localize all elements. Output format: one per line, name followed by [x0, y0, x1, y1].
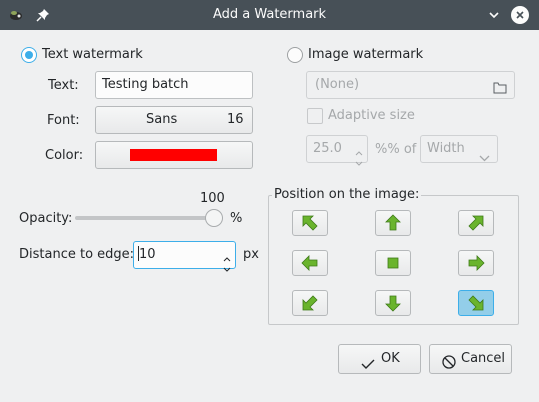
- spin-down-icon[interactable]: [355, 151, 363, 177]
- title-bar: Add a Watermark: [0, 0, 539, 30]
- ok-button[interactable]: OK: [338, 344, 421, 374]
- arrow-down-right-icon: [468, 295, 484, 311]
- font-label: Font:: [47, 113, 80, 128]
- ok-label: OK: [381, 351, 400, 366]
- distance-label: Distance to edge:: [19, 247, 135, 262]
- position-label: Position on the image:: [272, 187, 422, 202]
- position-top-button[interactable]: [375, 210, 411, 236]
- percent-of-label: %% of: [375, 142, 417, 157]
- percent-spinbox[interactable]: 25.0: [306, 135, 368, 166]
- color-label: Color:: [45, 148, 84, 163]
- text-watermark-label[interactable]: Text watermark: [42, 47, 143, 62]
- arrow-down-icon: [385, 295, 401, 312]
- position-bottom-left-button[interactable]: [292, 290, 328, 316]
- spin-down-icon[interactable]: [223, 257, 231, 283]
- position-center-button[interactable]: [375, 250, 411, 276]
- image-watermark-radio[interactable]: [287, 47, 303, 63]
- square-icon: [387, 257, 399, 269]
- opacity-unit: %: [230, 211, 243, 226]
- percent-value: 25.0: [313, 141, 342, 156]
- arrow-down-left-icon: [302, 295, 318, 311]
- checkmark-icon: [361, 353, 375, 381]
- arrow-up-right-icon: [468, 215, 484, 231]
- distance-value: 10: [139, 247, 156, 262]
- close-icon: [516, 11, 524, 19]
- font-button[interactable]: Sans 16: [95, 106, 253, 134]
- cancel-icon: [442, 352, 456, 380]
- text-input[interactable]: Testing batch: [95, 71, 253, 99]
- arrow-left-icon: [301, 255, 318, 271]
- window-title: Add a Watermark: [212, 7, 327, 22]
- minimize-button[interactable]: [485, 6, 503, 24]
- color-button[interactable]: [95, 141, 253, 169]
- text-label: Text:: [48, 78, 79, 93]
- image-watermark-label[interactable]: Image watermark: [308, 47, 423, 62]
- position-left-button[interactable]: [292, 250, 328, 276]
- position-right-button[interactable]: [458, 250, 494, 276]
- color-swatch: [130, 149, 217, 161]
- position-top-left-button[interactable]: [292, 210, 328, 236]
- cancel-label: Cancel: [461, 351, 506, 366]
- distance-unit: px: [243, 247, 259, 262]
- opacity-label: Opacity:: [19, 211, 73, 226]
- image-file-field[interactable]: (None): [306, 71, 515, 99]
- chevron-down-icon: [479, 146, 490, 172]
- adaptive-size-label: Adaptive size: [328, 108, 415, 123]
- folder-icon[interactable]: [493, 78, 507, 104]
- chevron-down-icon: [489, 12, 499, 19]
- adaptive-size-checkbox[interactable]: [307, 108, 323, 124]
- distance-spinbox[interactable]: 10: [133, 241, 236, 272]
- arrow-right-icon: [468, 255, 485, 271]
- arrow-up-icon: [385, 214, 401, 231]
- opacity-slider-track[interactable]: [75, 216, 223, 220]
- close-button[interactable]: [511, 6, 529, 24]
- position-bottom-button[interactable]: [375, 290, 411, 316]
- cancel-button[interactable]: Cancel: [429, 344, 512, 374]
- position-top-right-button[interactable]: [458, 210, 494, 236]
- dimension-value: Width: [427, 141, 465, 156]
- opacity-value: 100: [200, 191, 225, 206]
- position-bottom-right-button[interactable]: [458, 290, 494, 316]
- text-watermark-radio[interactable]: [21, 47, 37, 63]
- opacity-slider-handle[interactable]: [205, 209, 223, 227]
- dimension-combo[interactable]: Width: [420, 135, 498, 163]
- font-name: Sans: [146, 112, 178, 127]
- image-file-value: (None): [315, 77, 360, 92]
- font-size: 16: [227, 112, 244, 127]
- arrow-up-left-icon: [302, 215, 318, 231]
